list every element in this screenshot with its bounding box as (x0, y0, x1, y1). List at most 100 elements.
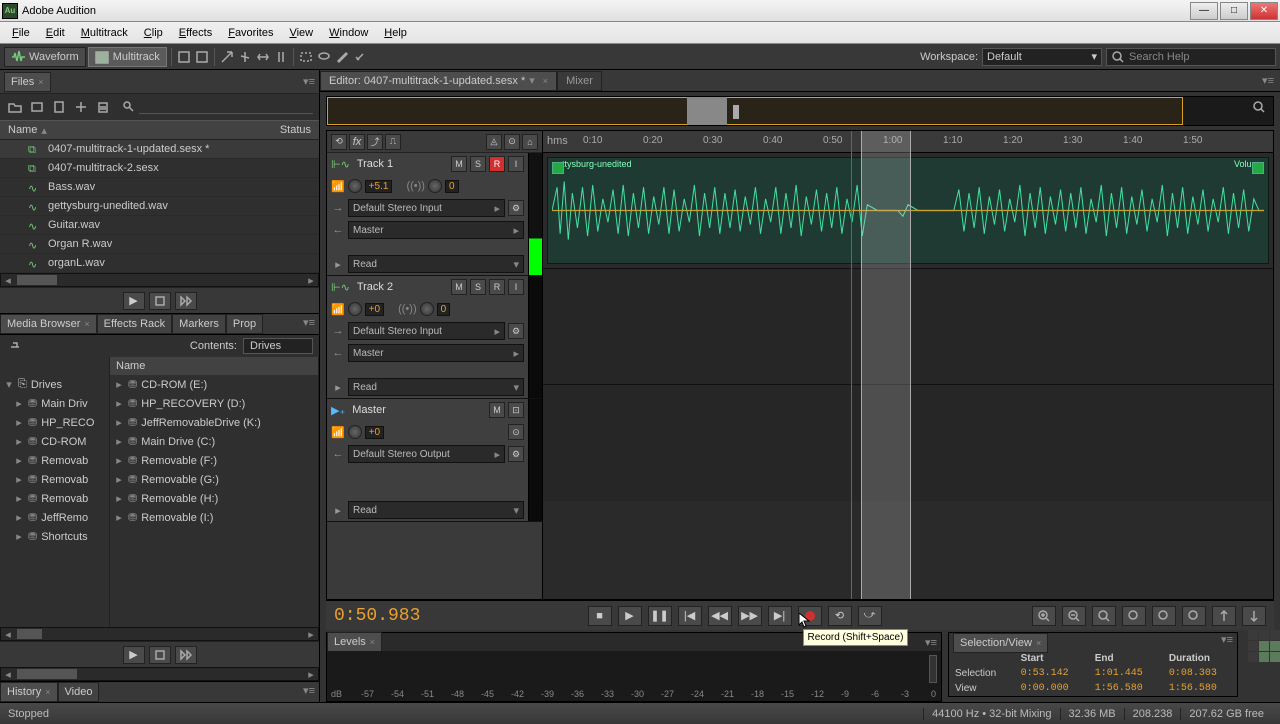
view-duration[interactable]: 1:56.580 (1163, 681, 1237, 696)
search-help-input[interactable]: Search Help (1106, 48, 1276, 66)
track-name[interactable]: Master (348, 404, 486, 416)
volume-knob[interactable] (348, 179, 362, 193)
properties-tab[interactable]: Prop (226, 314, 263, 334)
files-column-header[interactable]: Name▴ Status (0, 120, 319, 140)
output-config-button[interactable]: ⚙ (508, 446, 524, 462)
drive-folder-item[interactable]: ▸⛃Removable (I:) (110, 508, 318, 527)
arm-record-button[interactable]: R (489, 279, 505, 295)
workspace-grid-indicator[interactable] (1248, 630, 1280, 662)
brush-tool[interactable] (334, 49, 350, 65)
mute-button[interactable]: M (451, 156, 467, 172)
drive-item[interactable]: ▸⛃Removab (0, 470, 109, 489)
window-minimize-button[interactable]: — (1190, 2, 1218, 20)
window-close-button[interactable]: ✕ (1250, 2, 1278, 20)
input-config-button[interactable]: ⚙ (508, 323, 524, 339)
view-start[interactable]: 0:00.000 (1015, 681, 1089, 696)
solo-button[interactable]: S (470, 156, 486, 172)
browser-h-scroll2[interactable]: ◂▸ (0, 667, 319, 681)
drive-folder-item[interactable]: ▸⛃Main Drive (C:) (110, 432, 318, 451)
time-selection[interactable] (861, 131, 911, 599)
editor-tab[interactable]: Editor: 0407-multitrack-1-updated.sesx *… (320, 71, 557, 91)
volume-value[interactable]: +0 (365, 426, 384, 439)
go-to-end-button[interactable]: ▶| (768, 606, 792, 626)
track-name[interactable]: Track 1 (353, 158, 448, 170)
file-item[interactable]: ∿Guitar.wav (0, 216, 319, 235)
drive-item[interactable]: ▸⛃JeffRemo (0, 508, 109, 527)
menu-view[interactable]: View (281, 27, 321, 39)
selection-end[interactable]: 1:01.445 (1089, 666, 1163, 681)
import-file-icon[interactable] (28, 98, 46, 116)
menu-favorites[interactable]: Favorites (220, 27, 281, 39)
contents-select[interactable]: Drives (243, 338, 313, 354)
input-select[interactable]: Default Stereo Input▸ (348, 199, 505, 217)
stereo-button[interactable]: ⊡ (508, 402, 524, 418)
workspace-select[interactable]: Default ▾ (982, 48, 1102, 66)
spectral-pitch-button[interactable] (194, 49, 210, 65)
pan-knob[interactable] (428, 179, 442, 193)
zoom-out-vertical-button[interactable] (1242, 606, 1266, 626)
drive-folder-item[interactable]: ▸⛃Removable (F:) (110, 451, 318, 470)
drive-item[interactable]: ▸⛃Main Driv (0, 394, 109, 413)
open-file-icon[interactable] (6, 98, 24, 116)
monitor-input-button[interactable]: I (508, 156, 524, 172)
files-tab[interactable]: Files× (4, 72, 51, 92)
marquee-tool[interactable] (298, 49, 314, 65)
timeline-area[interactable]: hms 0:100:200:300:400:501:001:101:201:30… (543, 131, 1273, 599)
arm-record-button[interactable]: R (489, 156, 505, 172)
new-file-icon[interactable] (50, 98, 68, 116)
fx-button[interactable]: fx (349, 134, 365, 150)
zoom-selection-button[interactable] (1122, 606, 1146, 626)
drives-root[interactable]: ▾⎘Drives (0, 375, 109, 394)
output-select[interactable]: Default Stereo Output▸ (348, 445, 505, 463)
track-name[interactable]: Track 2 (353, 281, 448, 293)
view-end[interactable]: 1:56.580 (1089, 681, 1163, 696)
filter-search-icon[interactable] (122, 100, 136, 114)
zoom-full-button[interactable] (1092, 606, 1116, 626)
automation-mode-select[interactable]: Read▾ (348, 378, 524, 396)
drive-folder-item[interactable]: ▸⛃Removable (H:) (110, 489, 318, 508)
file-item[interactable]: ⧉0407-multitrack-2.sesx (0, 159, 319, 178)
zoom-in-amp-button[interactable] (1152, 606, 1176, 626)
metronome-button[interactable]: ⌂ (522, 134, 538, 150)
browser-play-button[interactable]: ▶ (123, 646, 145, 664)
drive-folder-item[interactable]: ▸⛃Removable (G:) (110, 470, 318, 489)
selection-duration[interactable]: 0:08.303 (1163, 666, 1237, 681)
drive-folder-item[interactable]: ▸⛃CD-ROM (E:) (110, 375, 318, 394)
media-browser-tab[interactable]: Media Browser× (0, 314, 97, 334)
panel-menu-icon[interactable]: ▾≡ (1256, 72, 1280, 89)
skip-selection-button[interactable]: ⤻ (858, 606, 882, 626)
mute-button[interactable]: M (451, 279, 467, 295)
video-tab[interactable]: Video (58, 682, 100, 702)
preview-autoplay-button[interactable] (175, 292, 197, 310)
window-maximize-button[interactable]: □ (1220, 2, 1248, 20)
volume-value[interactable]: +0 (365, 303, 384, 316)
multitrack-view-button[interactable]: Multitrack (88, 47, 167, 67)
mute-button[interactable]: M (489, 402, 505, 418)
volume-value[interactable]: +5.1 (365, 180, 393, 193)
time-selection-tool[interactable] (273, 49, 289, 65)
spectral-frequency-button[interactable] (176, 49, 192, 65)
drive-item[interactable]: ▸⛃Shortcuts (0, 527, 109, 546)
history-tab[interactable]: History× (0, 682, 58, 702)
file-item[interactable]: ⧉0407-multitrack-1-updated.sesx * (0, 140, 319, 159)
output-meter-button[interactable]: ⊙ (508, 424, 524, 440)
menu-effects[interactable]: Effects (171, 27, 220, 39)
pan-value[interactable]: 0 (445, 180, 459, 193)
lasso-tool[interactable] (316, 49, 332, 65)
drive-item[interactable]: ▸⛃Removab (0, 489, 109, 508)
effects-rack-tab[interactable]: Effects Rack (97, 314, 173, 334)
fast-forward-button[interactable]: ▶▶ (738, 606, 762, 626)
drive-folder-item[interactable]: ▸⛃JeffRemovableDrive (K:) (110, 413, 318, 432)
volume-knob[interactable] (348, 302, 362, 316)
browser-loop-button[interactable] (149, 646, 171, 664)
input-select[interactable]: Default Stereo Input▸ (348, 322, 505, 340)
rewind-button[interactable]: ◀◀ (708, 606, 732, 626)
drive-item[interactable]: ▸⛃HP_RECO (0, 413, 109, 432)
move-tool[interactable] (219, 49, 235, 65)
menu-edit[interactable]: Edit (38, 27, 73, 39)
slip-tool[interactable] (255, 49, 271, 65)
menu-help[interactable]: Help (376, 27, 415, 39)
output-select[interactable]: Master▸ (348, 344, 524, 362)
drive-item[interactable]: ▸⛃CD-ROM (0, 432, 109, 451)
waveform-view-button[interactable]: Waveform (4, 47, 86, 67)
